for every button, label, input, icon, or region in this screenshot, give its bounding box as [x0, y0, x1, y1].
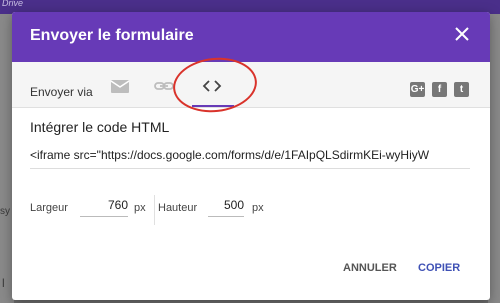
tab-link[interactable] — [154, 74, 174, 98]
dialog-title: Envoyer le formulaire — [30, 27, 194, 44]
drive-label: Drive — [2, 0, 24, 8]
embed-title: Intégrer le code HTML — [30, 119, 170, 135]
google-plus-label: G+ — [410, 84, 425, 95]
dialog-header: Envoyer le formulaire — [12, 12, 490, 62]
twitter-label: t — [459, 84, 464, 95]
height-unit: px — [252, 202, 264, 214]
close-icon[interactable] — [454, 26, 470, 42]
cancel-button[interactable]: ANNULER — [343, 262, 397, 274]
twitter-icon[interactable]: t — [454, 82, 469, 97]
width-label: Largeur — [30, 202, 68, 214]
field-divider — [154, 195, 155, 225]
embed-code-field[interactable]: <iframe src="https://docs.google.com/for… — [30, 148, 470, 169]
google-plus-icon[interactable]: G+ — [410, 82, 425, 97]
tab-email[interactable] — [110, 74, 130, 98]
copy-button[interactable]: COPIER — [418, 262, 460, 274]
backdrop-text-bottom: l — [2, 276, 5, 290]
link-icon — [154, 82, 174, 90]
width-unit: px — [134, 202, 146, 214]
facebook-label: f — [437, 84, 442, 95]
backdrop-text-left: sy — [0, 206, 10, 217]
height-input[interactable]: 500 — [208, 198, 244, 217]
height-label: Hauteur — [158, 202, 198, 214]
send-form-dialog: Envoyer le formulaire Envoyer via G+ f t… — [12, 12, 490, 300]
facebook-icon[interactable]: f — [432, 82, 447, 97]
email-icon — [110, 80, 130, 93]
width-input[interactable]: 760 — [80, 198, 128, 217]
send-via-label: Envoyer via — [30, 85, 93, 99]
